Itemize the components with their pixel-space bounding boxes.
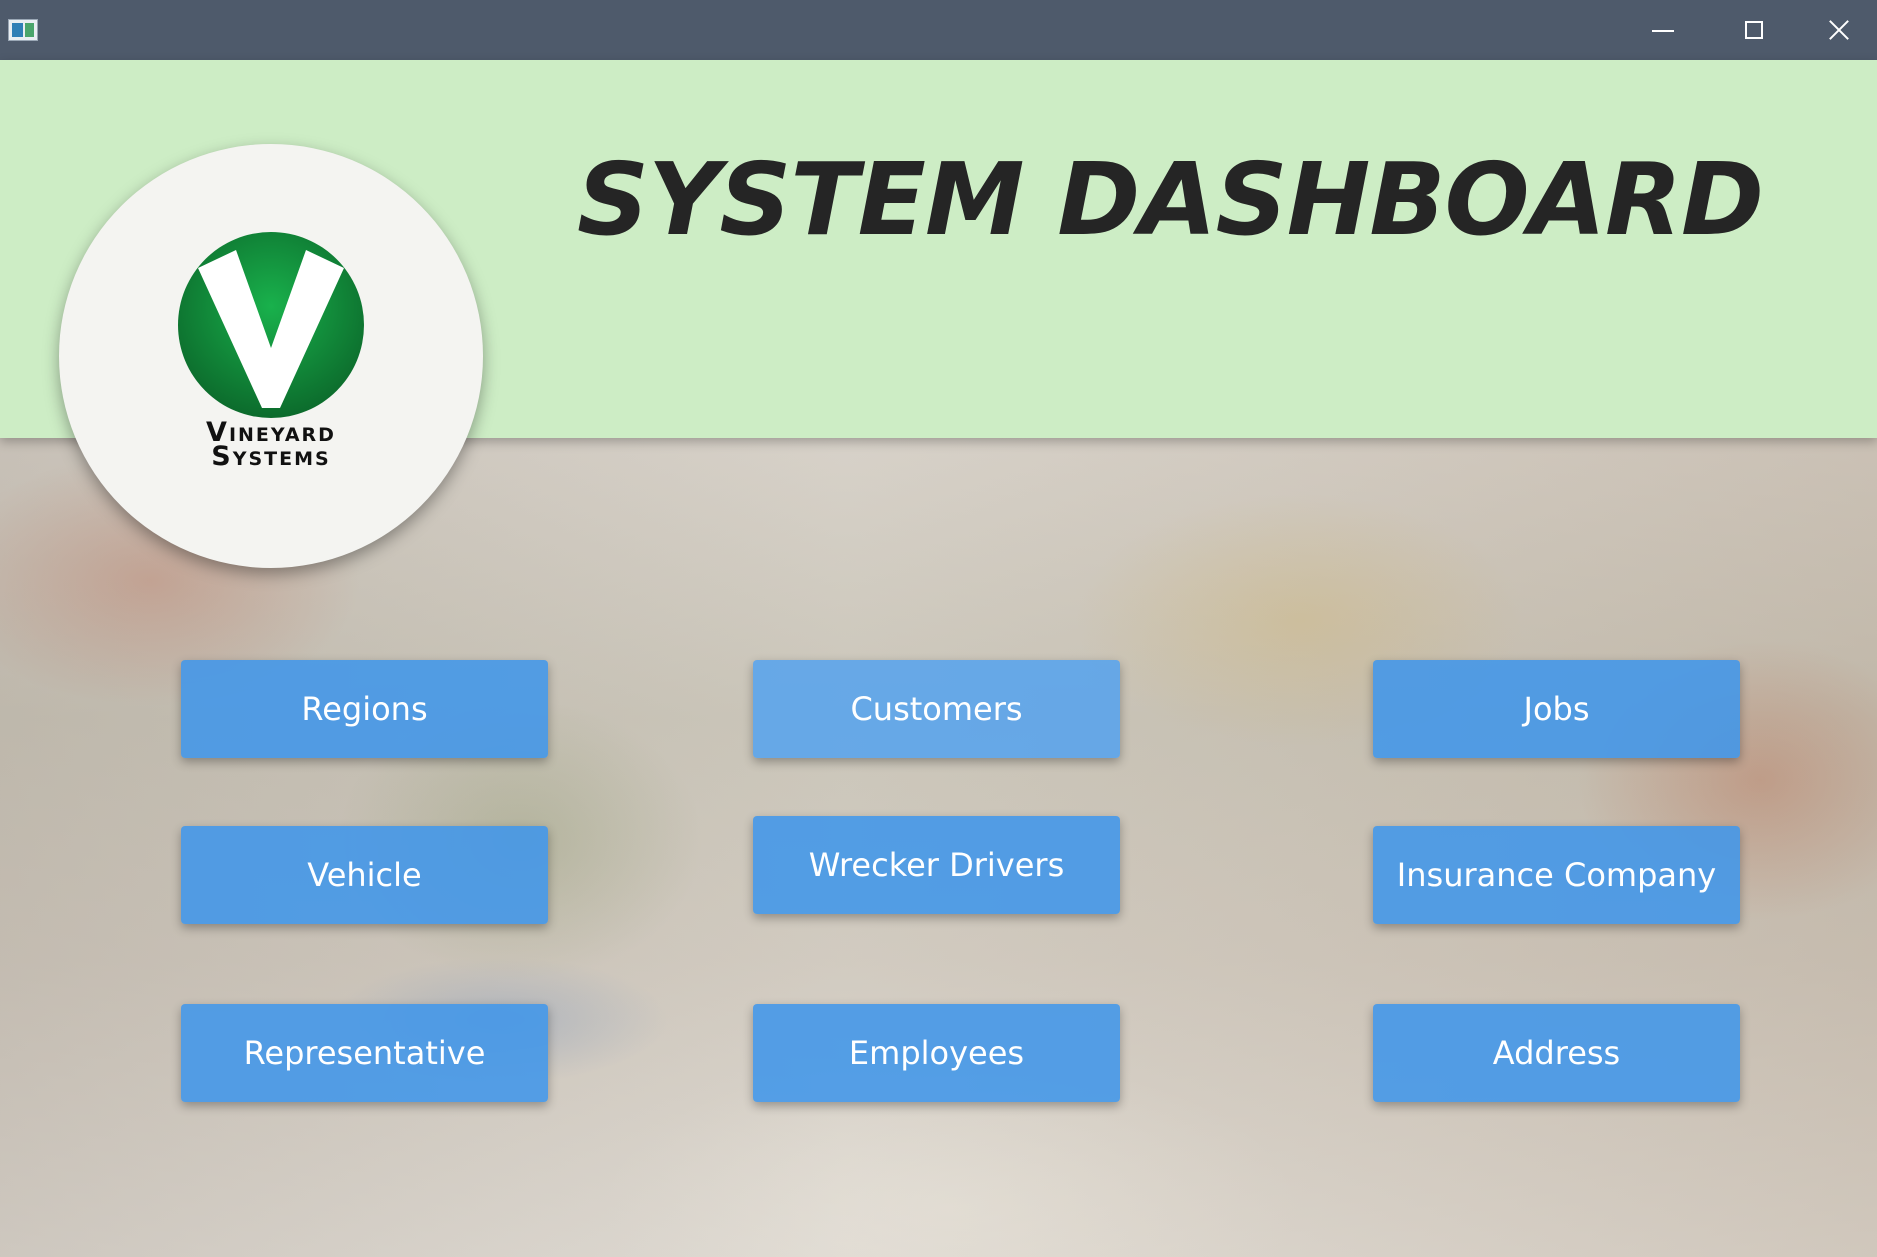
- vehicle-button[interactable]: Vehicle: [181, 826, 548, 924]
- jobs-button[interactable]: Jobs: [1373, 660, 1740, 758]
- logo-brand-line2: Systems: [211, 441, 331, 472]
- close-button[interactable]: [1800, 0, 1877, 60]
- representative-button[interactable]: Representative: [181, 1004, 548, 1102]
- employees-button[interactable]: Employees: [753, 1004, 1120, 1102]
- window-icon: [8, 19, 38, 41]
- regions-button[interactable]: Regions: [181, 660, 548, 758]
- customers-button[interactable]: Customers: [753, 660, 1120, 758]
- minimize-button[interactable]: [1618, 0, 1708, 60]
- wrecker-drivers-button[interactable]: Wrecker Drivers: [753, 816, 1120, 914]
- address-button[interactable]: Address: [1373, 1004, 1740, 1102]
- window-title-bar[interactable]: [0, 0, 1877, 60]
- insurance-company-button[interactable]: Insurance Company: [1373, 826, 1740, 924]
- maximize-button[interactable]: [1709, 0, 1799, 60]
- company-logo: Vineyard Systems: [59, 144, 483, 568]
- maximize-icon: [1745, 21, 1763, 39]
- minimize-icon: [1652, 30, 1674, 32]
- close-icon: [1828, 19, 1850, 41]
- vineyard-v-logo-icon: [178, 232, 364, 418]
- page-title: SYSTEM DASHBOARD: [576, 141, 1764, 258]
